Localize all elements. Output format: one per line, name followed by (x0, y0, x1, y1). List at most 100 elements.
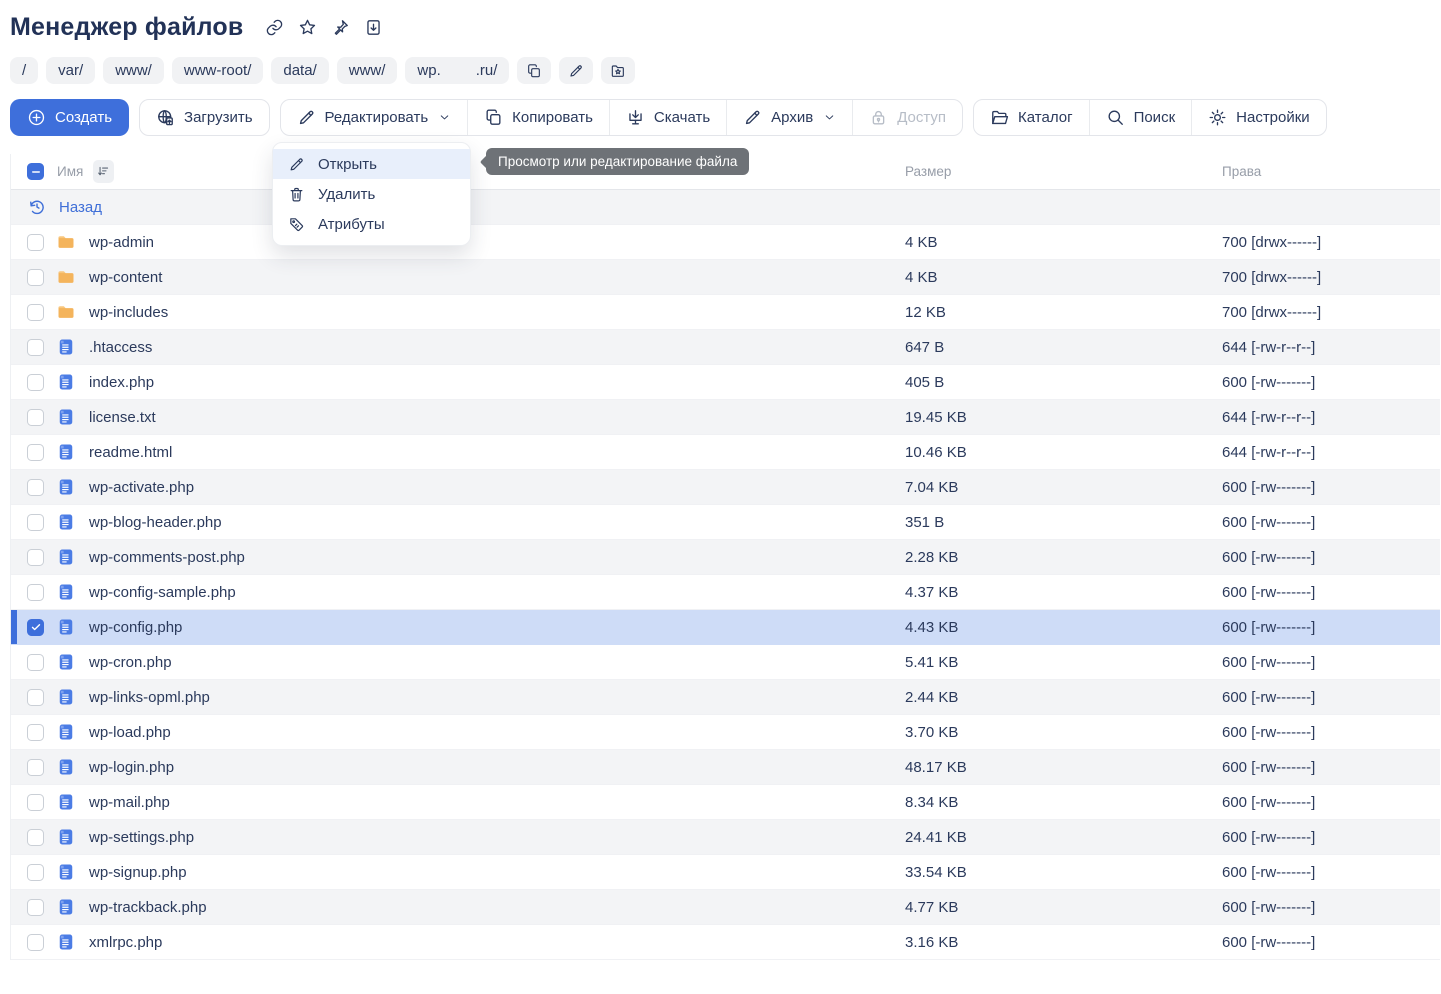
row-checkbox[interactable] (27, 654, 44, 671)
file-name: index.php (89, 374, 154, 391)
settings-button[interactable]: Настройки (1192, 100, 1326, 135)
star-icon[interactable] (298, 18, 317, 37)
file-size: 647 B (905, 339, 1222, 356)
lock-icon (869, 108, 888, 127)
file-name-cell: readme.html (11, 442, 905, 462)
table-row[interactable]: wp-links-opml.php 2.44 KB 600 [-rw------… (11, 680, 1440, 715)
file-permissions: 600 [-rw-------] (1222, 514, 1440, 531)
search-button[interactable]: Поиск (1090, 100, 1193, 135)
select-all-checkbox[interactable] (27, 163, 44, 180)
copy-button[interactable]: Копировать (468, 100, 610, 135)
back-row[interactable]: Назад (11, 190, 1440, 225)
permissions-column-header: Права (1222, 164, 1440, 179)
table-row[interactable]: wp-trackback.php 4.77 KB 600 [-rw-------… (11, 890, 1440, 925)
file-name: wp-signup.php (89, 864, 187, 881)
file-icon (56, 862, 76, 882)
file-name: wp-admin (89, 234, 154, 251)
file-name: xmlrpc.php (89, 934, 162, 951)
breadcrumb-segment[interactable]: var/ (46, 57, 95, 84)
catalog-button[interactable]: Каталог (974, 100, 1090, 135)
row-checkbox[interactable] (27, 304, 44, 321)
file-icon (56, 617, 76, 637)
row-checkbox[interactable] (27, 514, 44, 531)
row-checkbox[interactable] (27, 479, 44, 496)
row-checkbox[interactable] (27, 584, 44, 601)
menu-item-trash[interactable]: Удалить (273, 179, 470, 209)
breadcrumb-segment[interactable]: www-root/ (172, 57, 264, 84)
row-checkbox[interactable] (27, 829, 44, 846)
row-checkbox[interactable] (27, 444, 44, 461)
upload-button[interactable]: Загрузить (139, 99, 270, 136)
table-row[interactable]: xmlrpc.php 3.16 KB 600 [-rw-------] (11, 925, 1440, 960)
pin-icon[interactable] (331, 18, 350, 37)
breadcrumb-segment[interactable]: www/ (337, 57, 398, 84)
breadcrumb-segment[interactable]: data/ (271, 57, 328, 84)
table-row[interactable]: wp-admin 4 KB 700 [drwx------] (11, 225, 1440, 260)
archive-button[interactable]: Архив (727, 100, 853, 135)
row-checkbox[interactable] (27, 269, 44, 286)
table-row[interactable]: wp-activate.php 7.04 KB 600 [-rw-------] (11, 470, 1440, 505)
row-checkbox[interactable] (27, 794, 44, 811)
table-row[interactable]: wp-config.php 4.43 KB 600 [-rw-------] (11, 610, 1440, 645)
menu-item-tag[interactable]: Атрибуты (273, 209, 470, 239)
favorite-folder-button[interactable] (601, 57, 635, 84)
create-button[interactable]: Создать (10, 99, 129, 136)
row-checkbox[interactable] (27, 549, 44, 566)
row-checkbox[interactable] (27, 339, 44, 356)
table-row[interactable]: wp-settings.php 24.41 KB 600 [-rw-------… (11, 820, 1440, 855)
file-size: 2.44 KB (905, 689, 1222, 706)
table-row[interactable]: license.txt 19.45 KB 644 [-rw-r--r--] (11, 400, 1440, 435)
row-checkbox[interactable] (27, 689, 44, 706)
table-row[interactable]: wp-mail.php 8.34 KB 600 [-rw-------] (11, 785, 1440, 820)
table-row[interactable]: wp-blog-header.php 351 B 600 [-rw-------… (11, 505, 1440, 540)
file-name-cell: xmlrpc.php (11, 932, 905, 952)
download-button[interactable]: Скачать (610, 100, 727, 135)
table-row[interactable]: index.php 405 B 600 [-rw-------] (11, 365, 1440, 400)
table-row[interactable]: .htaccess 647 B 644 [-rw-r--r--] (11, 330, 1440, 365)
row-checkbox[interactable] (27, 409, 44, 426)
row-checkbox[interactable] (27, 724, 44, 741)
save-page-icon[interactable] (364, 18, 383, 37)
table-row[interactable]: wp-comments-post.php 2.28 KB 600 [-rw---… (11, 540, 1440, 575)
table-row[interactable]: wp-content 4 KB 700 [drwx------] (11, 260, 1440, 295)
file-name-cell: wp-config.php (11, 617, 905, 637)
file-icon (56, 442, 76, 462)
file-size: 3.70 KB (905, 724, 1222, 741)
row-checkbox[interactable] (27, 934, 44, 951)
row-checkbox[interactable] (27, 759, 44, 776)
table-row[interactable]: wp-includes 12 KB 700 [drwx------] (11, 295, 1440, 330)
pencil-icon (288, 156, 305, 173)
file-icon (56, 547, 76, 567)
file-permissions: 644 [-rw-r--r--] (1222, 339, 1440, 356)
table-row[interactable]: wp-login.php 48.17 KB 600 [-rw-------] (11, 750, 1440, 785)
menu-item-label: Атрибуты (318, 216, 385, 233)
breadcrumb-domain[interactable]: wp. .ru/ (405, 57, 509, 84)
breadcrumb-segment[interactable]: / (10, 57, 38, 84)
table-row[interactable]: wp-cron.php 5.41 KB 600 [-rw-------] (11, 645, 1440, 680)
file-permissions: 600 [-rw-------] (1222, 934, 1440, 951)
table-row[interactable]: wp-config-sample.php 4.37 KB 600 [-rw---… (11, 575, 1440, 610)
upload-label: Загрузить (184, 109, 253, 126)
file-name: readme.html (89, 444, 172, 461)
link-icon[interactable] (265, 18, 284, 37)
table-row[interactable]: wp-signup.php 33.54 KB 600 [-rw-------] (11, 855, 1440, 890)
file-name-cell: wp-activate.php (11, 477, 905, 497)
file-name-cell: wp-blog-header.php (11, 512, 905, 532)
edit-button[interactable]: Редактировать (281, 100, 469, 135)
sort-button[interactable] (93, 160, 114, 183)
row-checkbox[interactable] (27, 234, 44, 251)
table-row[interactable]: wp-load.php 3.70 KB 600 [-rw-------] (11, 715, 1440, 750)
file-size: 4.43 KB (905, 619, 1222, 636)
tooltip: Просмотр или редактирование файла (486, 148, 749, 175)
file-permissions: 600 [-rw-------] (1222, 829, 1440, 846)
menu-item-pencil[interactable]: Открыть (273, 149, 470, 179)
copy-path-button[interactable] (517, 57, 551, 84)
edit-path-button[interactable] (559, 57, 593, 84)
row-checkbox[interactable] (27, 374, 44, 391)
breadcrumb-segment[interactable]: www/ (103, 57, 164, 84)
row-checkbox[interactable] (27, 619, 44, 636)
row-checkbox[interactable] (27, 899, 44, 916)
table-row[interactable]: readme.html 10.46 KB 644 [-rw-r--r--] (11, 435, 1440, 470)
row-checkbox[interactable] (27, 864, 44, 881)
file-icon (56, 932, 76, 952)
